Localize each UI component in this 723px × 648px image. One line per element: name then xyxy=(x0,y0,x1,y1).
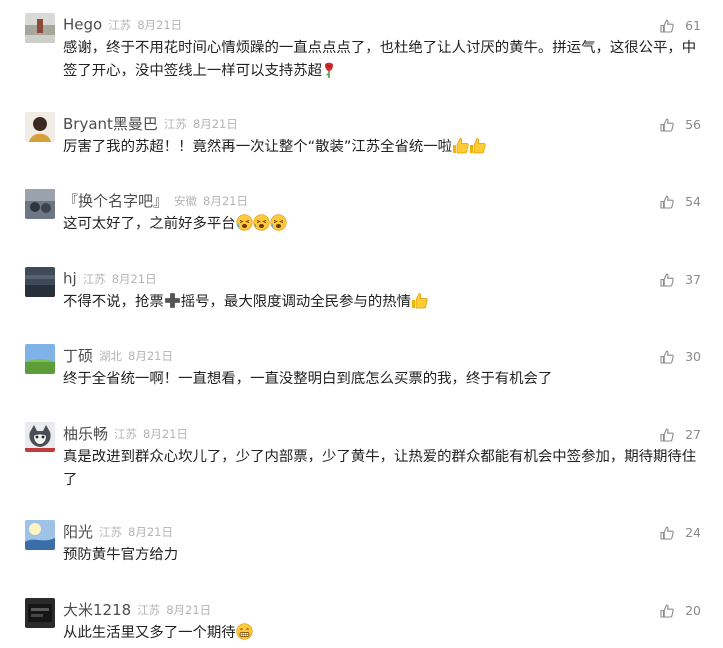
user-name[interactable]: Hego xyxy=(63,16,102,34)
thumbs-up-icon xyxy=(660,604,674,618)
tired-face-emoji xyxy=(236,214,253,239)
user-location: 江苏 xyxy=(137,602,161,617)
user-location: 安徽 xyxy=(174,193,198,208)
user-name[interactable]: 丁硕 xyxy=(63,347,93,365)
tired-face-emoji xyxy=(253,214,270,239)
comment-list: Hego 江苏 8月21日 61 感谢，终于不用花时间心情烦躁的一直点点点了，也杜绝… xyxy=(0,0,723,648)
comment-text-content: 终于全省统一啊！一直想看，一直没整明白到底怎么买票的我，终于有机会了 xyxy=(63,371,553,387)
tired-face-emoji xyxy=(270,214,287,239)
comment-text-content: 真是改进到群众心坎儿了，少了内部票，少了黄牛，让热爱的群众都能有机会中签参加，期… xyxy=(63,449,697,488)
like-count: 56 xyxy=(685,117,701,132)
thumbs-up-icon xyxy=(660,118,674,132)
thumbs-up-icon xyxy=(660,350,674,364)
like-count: 61 xyxy=(685,18,701,33)
user-location: 江苏 xyxy=(99,524,123,539)
avatar[interactable] xyxy=(25,520,55,550)
like-button[interactable]: 30 xyxy=(660,346,701,365)
user-location: 江苏 xyxy=(163,116,187,131)
avatar[interactable] xyxy=(25,267,55,297)
like-button[interactable]: 24 xyxy=(660,522,701,541)
thumbs-up-icon xyxy=(660,195,674,209)
user-name[interactable]: hj xyxy=(63,270,77,288)
user-name[interactable]: 大米1218 xyxy=(63,601,131,619)
comment-date: 8月21日 xyxy=(192,116,238,131)
comment-text-content: 预防黄牛官方给力 xyxy=(63,547,179,563)
thumbs-up-emoji xyxy=(452,137,469,162)
comment-date: 8月21日 xyxy=(137,17,183,32)
like-button[interactable]: 54 xyxy=(660,191,701,210)
user-location: 江苏 xyxy=(108,17,132,32)
rose-emoji xyxy=(322,62,336,86)
comment-date: 8月21日 xyxy=(128,524,173,539)
like-count: 37 xyxy=(685,272,701,287)
avatar[interactable] xyxy=(25,344,55,374)
avatar[interactable] xyxy=(25,422,55,452)
comment-text-content: 从此生活里又多了一个期待 xyxy=(63,625,236,641)
user-name[interactable]: 阳光 xyxy=(63,523,93,541)
comment-text: 不得不说，抢票 摇号，最大限度调动全民参与的热情 xyxy=(63,291,703,317)
thumbs-up-icon xyxy=(660,273,674,287)
grin-face-emoji xyxy=(236,623,253,648)
avatar[interactable] xyxy=(25,13,55,43)
thumbs-up-emoji xyxy=(469,137,486,162)
plus-emoji xyxy=(164,292,181,317)
like-button[interactable]: 20 xyxy=(660,600,701,619)
comment-text: 真是改进到群众心坎儿了，少了内部票，少了黄牛，让热爱的群众都能有机会中签参加，期… xyxy=(63,446,703,491)
like-count: 54 xyxy=(685,194,701,209)
avatar[interactable] xyxy=(25,112,55,142)
comment-text-content: 这可太好了，之前好多平台 xyxy=(63,216,236,232)
like-count: 27 xyxy=(685,427,701,442)
user-name[interactable]: Bryant黑曼巴 xyxy=(63,115,158,133)
comment-text: 这可太好了，之前好多平台 xyxy=(63,213,703,239)
comment-date: 8月21日 xyxy=(166,602,212,617)
comment-text: 终于全省统一啊！一直想看，一直没整明白到底怎么买票的我，终于有机会了 xyxy=(63,368,703,391)
comment-text: 感谢，终于不用花时间心情烦躁的一直点点点了，也杜绝了让人讨厌的黄牛。拼运气，这很… xyxy=(63,37,703,85)
user-location: 江苏 xyxy=(82,271,106,286)
user-name[interactable]: 柚乐畅 xyxy=(63,425,108,443)
thumbs-up-icon xyxy=(660,19,674,33)
user-location: 湖北 xyxy=(99,348,123,363)
thumbs-up-icon xyxy=(660,526,674,540)
like-button[interactable]: 61 xyxy=(660,15,701,34)
comment-text-after: 摇号，最大限度调动全民参与的热情 xyxy=(180,294,412,310)
like-count: 30 xyxy=(685,349,701,364)
like-button[interactable]: 37 xyxy=(660,269,701,288)
comment-text: 从此生活里又多了一个期待 xyxy=(63,622,703,648)
user-location: 江苏 xyxy=(114,426,138,441)
avatar[interactable] xyxy=(25,598,55,628)
comment-date: 8月21日 xyxy=(143,426,188,441)
comment-text: 预防黄牛官方给力 xyxy=(63,544,703,567)
like-count: 24 xyxy=(685,525,701,540)
like-button[interactable]: 56 xyxy=(660,114,701,133)
avatar[interactable] xyxy=(25,189,55,219)
comment-text: 厉害了我的苏超！！竟然再一次让整个“散装”江苏全省统一啦 xyxy=(63,136,703,162)
thumbs-up-icon xyxy=(660,428,674,442)
thumbs-up-emoji xyxy=(411,292,428,317)
comment-date: 8月21日 xyxy=(128,348,173,363)
comment-text-content: 感谢，终于不用花时间心情烦躁的一直点点点了，也杜绝了让人讨厌的黄牛。拼运气，这很… xyxy=(63,40,697,79)
comment-text-before: 不得不说，抢票 xyxy=(63,294,164,310)
like-button[interactable]: 27 xyxy=(660,424,701,443)
like-count: 20 xyxy=(685,603,701,618)
user-name[interactable]: 『换个名字吧』 xyxy=(63,192,168,210)
comment-text-content: 厉害了我的苏超！！竟然再一次让整个“散装”江苏全省统一啦 xyxy=(63,139,453,155)
comment-date: 8月21日 xyxy=(111,271,157,286)
comment-date: 8月21日 xyxy=(203,193,248,208)
